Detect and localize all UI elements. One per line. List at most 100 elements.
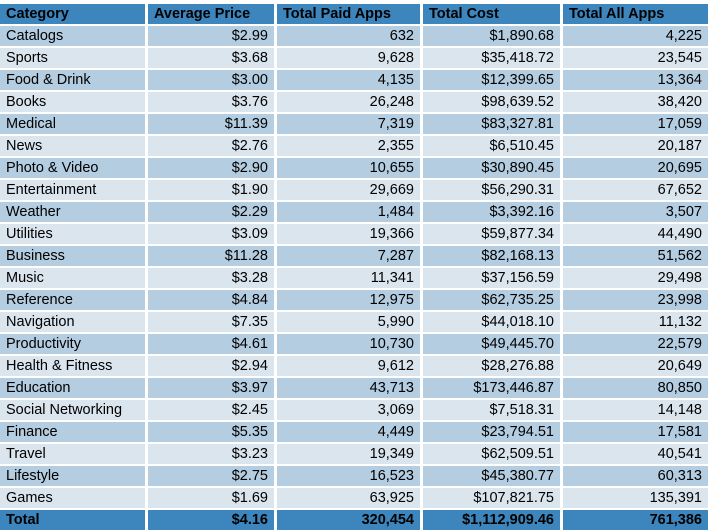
cell-avg_price: $1.90 xyxy=(148,180,277,202)
table-row[interactable]: Health & Fitness $2.94 9,612 $28,276.88 20,6… xyxy=(0,356,708,378)
cell-avg_price: $2.45 xyxy=(148,400,277,422)
cell-all_apps: 135,391 xyxy=(563,488,708,510)
total-cell-category: Total xyxy=(0,510,148,532)
cell-avg_price: $2.75 xyxy=(148,466,277,488)
cell-category: Productivity xyxy=(0,334,148,356)
column-header-category[interactable]: Category xyxy=(0,4,148,26)
table-header-row: Category Average Price Total Paid Apps T… xyxy=(0,4,708,26)
table-row[interactable]: Utilities $3.09 19,366 $59,877.34 44,490 xyxy=(0,224,708,246)
table-row[interactable]: Entertainment $1.90 29,669 $56,290.31 67,652 xyxy=(0,180,708,202)
table-row[interactable]: Social Networking $2.45 3,069 $7,518.31 14,1… xyxy=(0,400,708,422)
table-footer: Total $4.16 320,454 $1,112,909.46 761,38… xyxy=(0,510,708,532)
cell-paid_apps: 4,135 xyxy=(277,70,423,92)
cell-total_cost: $35,418.72 xyxy=(423,48,563,70)
cell-all_apps: 40,541 xyxy=(563,444,708,466)
cell-avg_price: $4.61 xyxy=(148,334,277,356)
cell-all_apps: 23,998 xyxy=(563,290,708,312)
table-row[interactable]: Travel $3.23 19,349 $62,509.51 40,541 xyxy=(0,444,708,466)
total-cell-average-price: $4.16 xyxy=(148,510,277,532)
cell-avg_price: $11.28 xyxy=(148,246,277,268)
table-row[interactable]: News $2.76 2,355 $6,510.45 20,187 xyxy=(0,136,708,158)
cell-category: Education xyxy=(0,378,148,400)
spreadsheet-sheet: Category Average Price Total Paid Apps T… xyxy=(0,0,708,532)
table-row[interactable]: Catalogs $2.99 632 $1,890.68 4,225 xyxy=(0,26,708,48)
cell-total_cost: $23,794.51 xyxy=(423,422,563,444)
column-header-average-price[interactable]: Average Price xyxy=(148,4,277,26)
cell-all_apps: 20,695 xyxy=(563,158,708,180)
table-row[interactable]: Medical $11.39 7,319 $83,327.81 17,059 xyxy=(0,114,708,136)
cell-paid_apps: 63,925 xyxy=(277,488,423,510)
cell-paid_apps: 10,655 xyxy=(277,158,423,180)
cell-category: Books xyxy=(0,92,148,114)
table-row[interactable]: Navigation $7.35 5,990 $44,018.10 11,132 xyxy=(0,312,708,334)
cell-paid_apps: 7,319 xyxy=(277,114,423,136)
table-row[interactable]: Business $11.28 7,287 $82,168.13 51,562 xyxy=(0,246,708,268)
table-row[interactable]: Education $3.97 43,713 $173,446.87 80,850 xyxy=(0,378,708,400)
table-row[interactable]: Games $1.69 63,925 $107,821.75 135,391 xyxy=(0,488,708,510)
cell-avg_price: $5.35 xyxy=(148,422,277,444)
cell-total_cost: $7,518.31 xyxy=(423,400,563,422)
cell-category: Business xyxy=(0,246,148,268)
cell-all_apps: 80,850 xyxy=(563,378,708,400)
cell-total_cost: $44,018.10 xyxy=(423,312,563,334)
cell-category: Photo & Video xyxy=(0,158,148,180)
cell-all_apps: 44,490 xyxy=(563,224,708,246)
cell-avg_price: $3.28 xyxy=(148,268,277,290)
table-row[interactable]: Books $3.76 26,248 $98,639.52 38,420 xyxy=(0,92,708,114)
cell-all_apps: 17,059 xyxy=(563,114,708,136)
table-row[interactable]: Finance $5.35 4,449 $23,794.51 17,581 xyxy=(0,422,708,444)
cell-avg_price: $2.76 xyxy=(148,136,277,158)
cell-all_apps: 60,313 xyxy=(563,466,708,488)
cell-category: Entertainment xyxy=(0,180,148,202)
cell-total_cost: $173,446.87 xyxy=(423,378,563,400)
cell-all_apps: 17,581 xyxy=(563,422,708,444)
cell-paid_apps: 19,349 xyxy=(277,444,423,466)
cell-paid_apps: 632 xyxy=(277,26,423,48)
cell-total_cost: $37,156.59 xyxy=(423,268,563,290)
column-header-total-all-apps[interactable]: Total All Apps xyxy=(563,4,708,26)
table-header: Category Average Price Total Paid Apps T… xyxy=(0,4,708,26)
cell-category: Navigation xyxy=(0,312,148,334)
cell-avg_price: $1.69 xyxy=(148,488,277,510)
table-row[interactable]: Photo & Video $2.90 10,655 $30,890.45 20,695 xyxy=(0,158,708,180)
cell-total_cost: $62,735.25 xyxy=(423,290,563,312)
table-row[interactable]: Productivity $4.61 10,730 $49,445.70 22,579 xyxy=(0,334,708,356)
cell-category: Games xyxy=(0,488,148,510)
cell-avg_price: $11.39 xyxy=(148,114,277,136)
column-header-total-paid-apps[interactable]: Total Paid Apps xyxy=(277,4,423,26)
column-header-total-cost[interactable]: Total Cost xyxy=(423,4,563,26)
cell-category: Sports xyxy=(0,48,148,70)
table-row[interactable]: Lifestyle $2.75 16,523 $45,380.77 60,313 xyxy=(0,466,708,488)
cell-category: Weather xyxy=(0,202,148,224)
cell-paid_apps: 16,523 xyxy=(277,466,423,488)
table-row[interactable]: Sports $3.68 9,628 $35,418.72 23,545 xyxy=(0,48,708,70)
cell-category: Lifestyle xyxy=(0,466,148,488)
cell-avg_price: $7.35 xyxy=(148,312,277,334)
total-cell-total-cost: $1,112,909.46 xyxy=(423,510,563,532)
cell-category: Social Networking xyxy=(0,400,148,422)
cell-all_apps: 3,507 xyxy=(563,202,708,224)
table-row[interactable]: Music $3.28 11,341 $37,156.59 29,498 xyxy=(0,268,708,290)
cell-all_apps: 20,649 xyxy=(563,356,708,378)
cell-total_cost: $45,380.77 xyxy=(423,466,563,488)
cell-all_apps: 14,148 xyxy=(563,400,708,422)
cell-all_apps: 20,187 xyxy=(563,136,708,158)
cell-paid_apps: 9,628 xyxy=(277,48,423,70)
cell-all_apps: 38,420 xyxy=(563,92,708,114)
table-row[interactable]: Food & Drink $3.00 4,135 $12,399.65 13,364 xyxy=(0,70,708,92)
cell-category: Reference xyxy=(0,290,148,312)
cell-all_apps: 11,132 xyxy=(563,312,708,334)
table-row[interactable]: Reference $4.84 12,975 $62,735.25 23,998 xyxy=(0,290,708,312)
cell-category: Utilities xyxy=(0,224,148,246)
cell-category: Food & Drink xyxy=(0,70,148,92)
cell-all_apps: 29,498 xyxy=(563,268,708,290)
table-row[interactable]: Weather $2.29 1,484 $3,392.16 3,507 xyxy=(0,202,708,224)
cell-all_apps: 67,652 xyxy=(563,180,708,202)
cell-avg_price: $2.94 xyxy=(148,356,277,378)
cell-total_cost: $28,276.88 xyxy=(423,356,563,378)
cell-category: Music xyxy=(0,268,148,290)
cell-total_cost: $62,509.51 xyxy=(423,444,563,466)
total-cell-total-all-apps: 761,386 xyxy=(563,510,708,532)
cell-paid_apps: 26,248 xyxy=(277,92,423,114)
table-total-row[interactable]: Total $4.16 320,454 $1,112,909.46 761,38… xyxy=(0,510,708,532)
